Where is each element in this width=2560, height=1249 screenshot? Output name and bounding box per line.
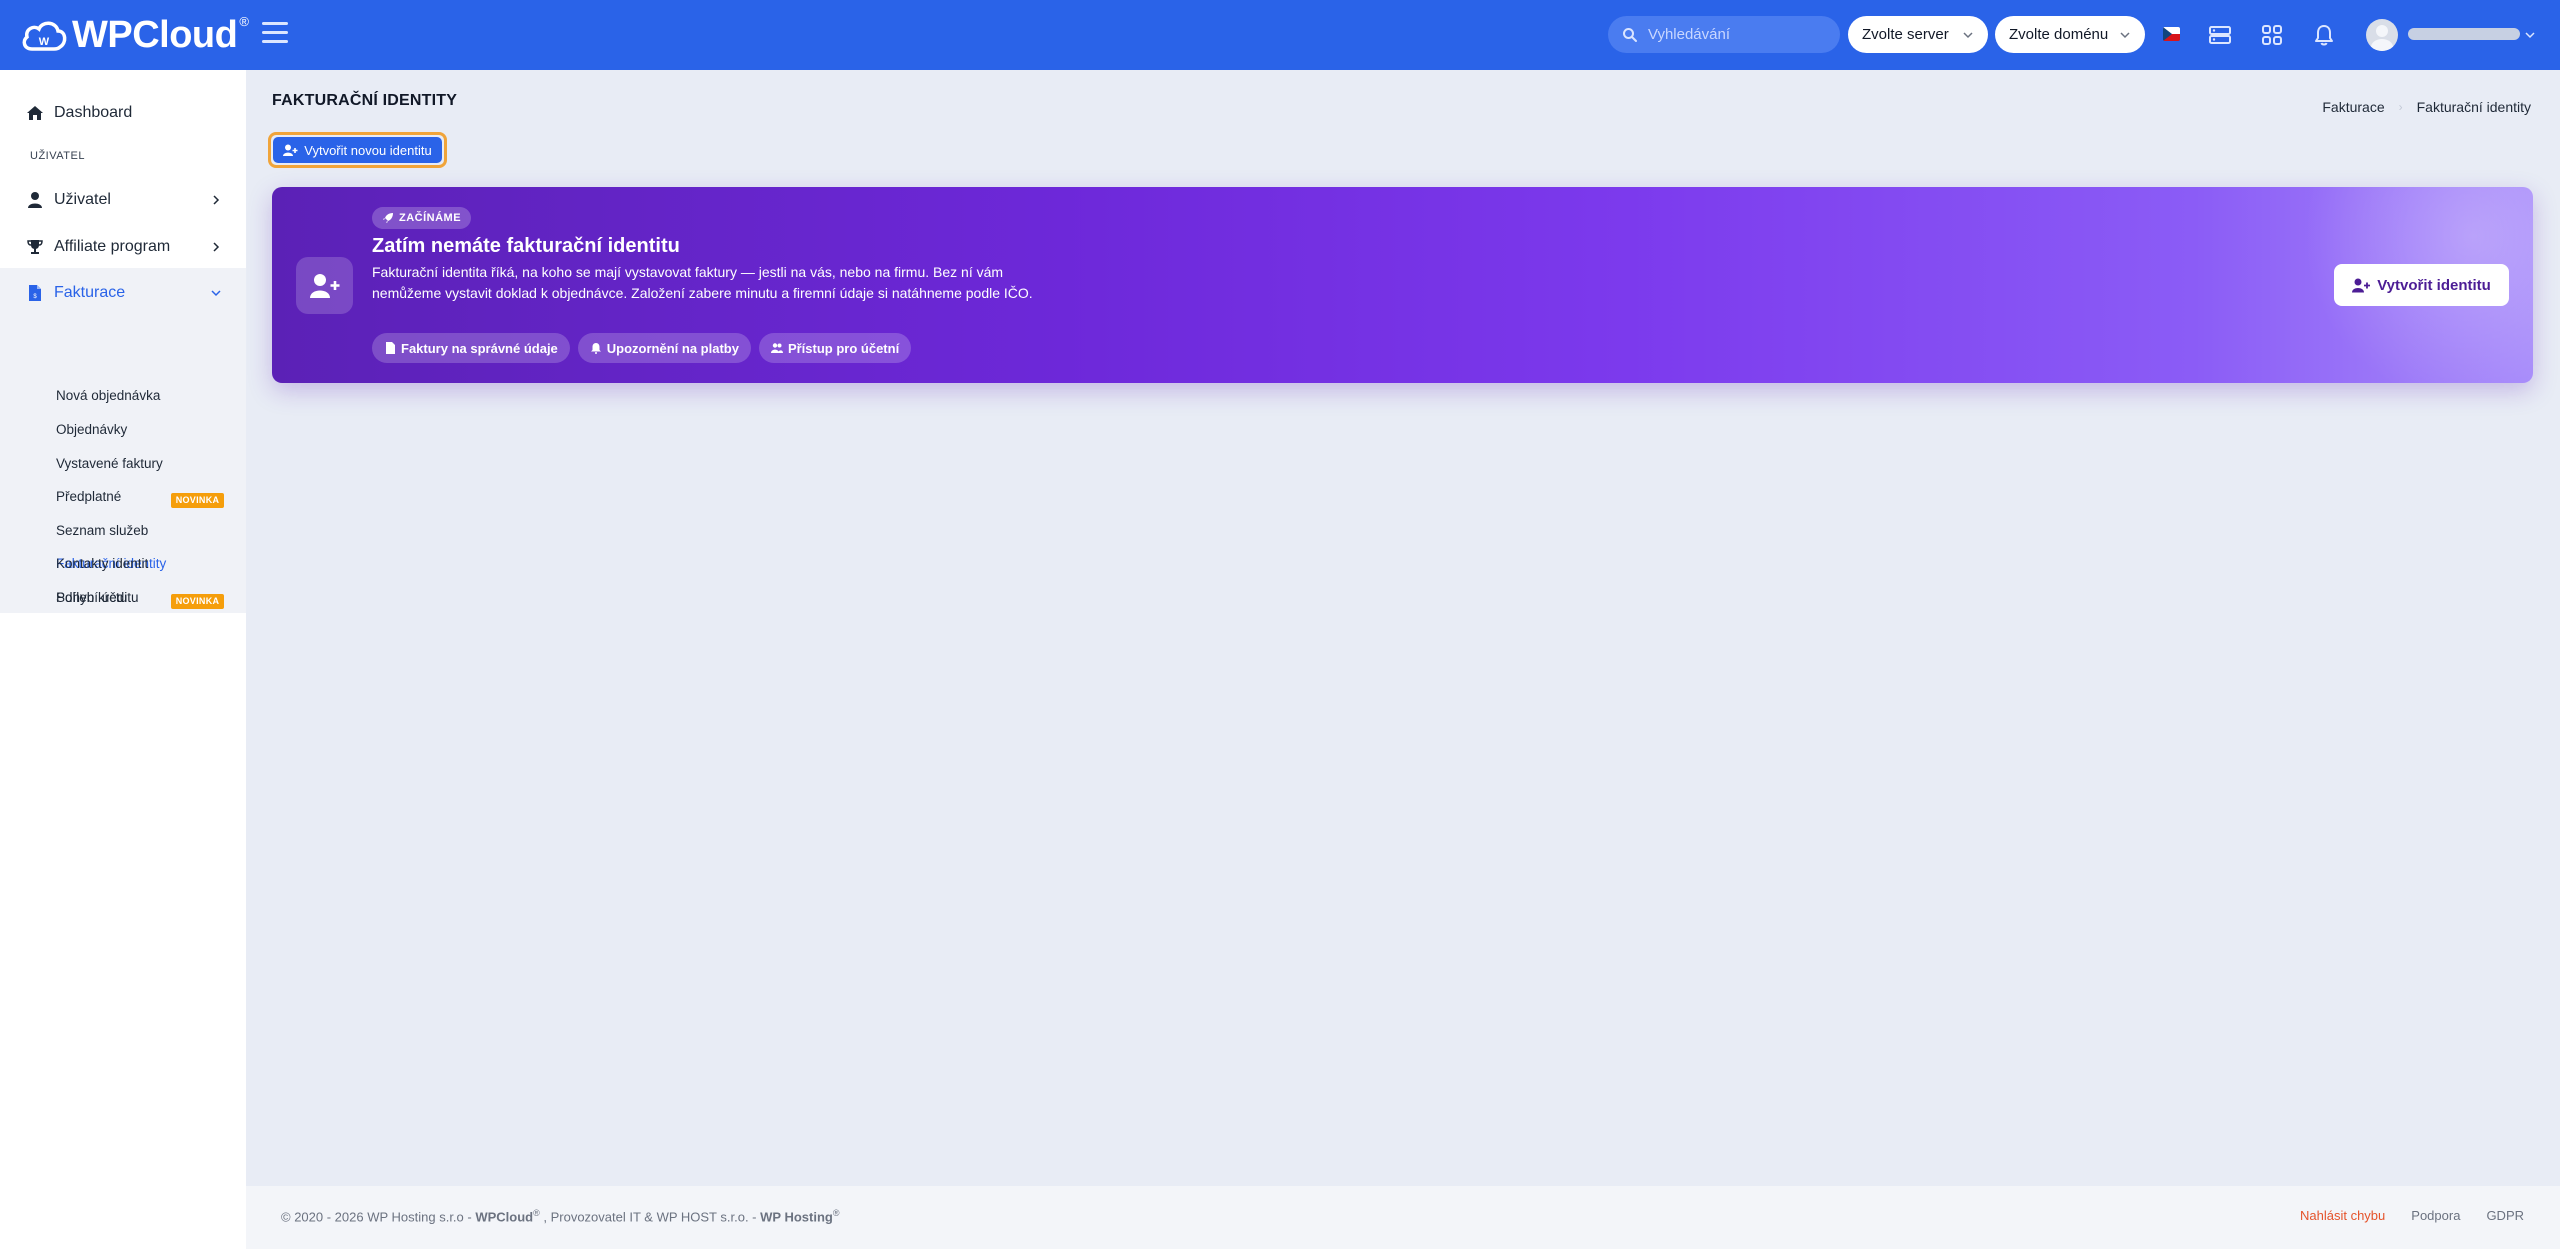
report-bug-link[interactable]: Nahlásit chybu bbox=[2300, 1208, 2385, 1223]
copyright-middle: , Provozovatel IT & WP HOST s.r.o. - bbox=[543, 1209, 757, 1225]
feature-chip: Faktury na správné údaje bbox=[372, 333, 570, 363]
username-placeholder[interactable] bbox=[2408, 28, 2520, 40]
registered-mark: ® bbox=[533, 1208, 540, 1218]
user-plus-icon bbox=[2352, 278, 2371, 292]
chevron-down-icon bbox=[211, 290, 221, 297]
logo-registered-mark: ® bbox=[239, 13, 249, 29]
sidebar-subitem-orders[interactable]: Objednávky bbox=[56, 422, 127, 437]
bell-icon[interactable] bbox=[2311, 22, 2337, 48]
footer-copyright: © 2020 - 2026 WP Hosting s.r.o - WPCloud… bbox=[281, 1208, 839, 1224]
feature-chip: Upozornění na platby bbox=[577, 333, 751, 363]
feature-chip: Přístup pro účetní bbox=[758, 333, 912, 363]
sidebar: Dashboard UŽIVATEL Uživatel Affiliate pr… bbox=[0, 70, 246, 1249]
chevron-down-icon bbox=[2120, 31, 2130, 38]
chip-label: Přístup pro účetní bbox=[787, 340, 900, 356]
create-identity-button[interactable]: Vytvořit identitu bbox=[2334, 264, 2509, 306]
create-new-identity-button[interactable]: Vytvořit novou identitu bbox=[268, 132, 447, 168]
chevron-down-icon bbox=[1963, 31, 1973, 38]
sidebar-item-dashboard[interactable]: Dashboard bbox=[0, 93, 246, 133]
gdpr-link[interactable]: GDPR bbox=[2486, 1208, 2524, 1223]
sidebar-item-billing[interactable]: $ Fakturace bbox=[0, 273, 246, 313]
banner-title: Zatím nemáte fakturační identitu bbox=[372, 235, 680, 257]
copyright-text: © 2020 - 2026 WP Hosting s.r.o - bbox=[281, 1209, 472, 1225]
sidebar-item-label: Dashboard bbox=[54, 104, 133, 121]
footer: © 2020 - 2026 WP Hosting s.r.o - WPCloud… bbox=[246, 1186, 2560, 1249]
page-title: FAKTURAČNÍ IDENTITY bbox=[272, 92, 458, 109]
cloud-logo-icon: W bbox=[22, 21, 67, 51]
registered-mark: ® bbox=[832, 1208, 840, 1218]
trophy-icon bbox=[27, 240, 43, 254]
server-icon[interactable] bbox=[2207, 22, 2233, 48]
sidebar-subitem-identity-contacts[interactable]: Kontakty identit bbox=[56, 556, 148, 571]
create-identity-label: Vytvořit identitu bbox=[2377, 276, 2491, 294]
search-box[interactable] bbox=[1608, 16, 1840, 53]
sidebar-item-label: Fakturace bbox=[54, 284, 126, 301]
document-icon bbox=[386, 342, 395, 354]
footer-links: Nahlásit chybu Podpora GDPR bbox=[2274, 1208, 2524, 1223]
home-icon bbox=[27, 106, 43, 120]
chevron-right-icon bbox=[213, 195, 220, 205]
chevron-right-icon bbox=[213, 242, 220, 252]
chip-label: Upozornění na platby bbox=[606, 340, 739, 356]
create-new-identity-label: Vytvořit novou identitu bbox=[304, 142, 432, 158]
brand-wphosting: WP Hosting bbox=[760, 1209, 833, 1225]
create-new-identity-button-inner[interactable]: Vytvořit novou identitu bbox=[273, 137, 442, 163]
invoice-icon: $ bbox=[29, 285, 41, 301]
user-plus-icon bbox=[283, 144, 298, 156]
sidebar-subitem-issued-invoices[interactable]: Vystavené faktury bbox=[56, 456, 163, 471]
menu-icon[interactable] bbox=[262, 22, 288, 46]
breadcrumb-separator: › bbox=[2398, 100, 2403, 114]
apps-icon[interactable] bbox=[2259, 22, 2285, 48]
banner-description: Fakturační identita říká, na koho se maj… bbox=[372, 264, 1033, 301]
search-input[interactable] bbox=[1648, 26, 1828, 43]
sidebar-item-label: Affiliate program bbox=[54, 238, 171, 255]
user-icon bbox=[28, 192, 42, 208]
breadcrumb: Fakturace › Fakturační identity bbox=[2322, 99, 2531, 115]
top-bar: W WPCloud ® Zvolte server Zvolte doménu bbox=[0, 0, 2560, 70]
new-badge: NOVINKA bbox=[171, 594, 224, 609]
sidebar-item-user[interactable]: Uživatel bbox=[0, 180, 246, 220]
server-select-label: Zvolte server bbox=[1862, 26, 1949, 43]
sidebar-subitem-subscriptions[interactable]: Předplatné bbox=[56, 489, 121, 504]
feature-chips: Faktury na správné údaje Upozornění na p… bbox=[372, 333, 919, 363]
svg-text:W: W bbox=[39, 36, 50, 48]
logo[interactable]: W WPCloud ® bbox=[20, 14, 249, 56]
getting-started-tag: ZAČÍNÁME bbox=[372, 207, 472, 229]
domain-select[interactable]: Zvolte doménu bbox=[1995, 16, 2145, 53]
support-link[interactable]: Podpora bbox=[2411, 1208, 2460, 1223]
chip-label: Faktury na správné údaje bbox=[401, 340, 558, 356]
sidebar-item-label: Uživatel bbox=[54, 191, 111, 208]
tag-label: ZAČÍNÁME bbox=[399, 212, 462, 224]
sidebar-subitem-credit-history[interactable]: Pohyb kreditu bbox=[56, 590, 139, 605]
avatar[interactable] bbox=[2366, 19, 2398, 51]
breadcrumb-item-current: Fakturační identity bbox=[2416, 99, 2531, 115]
chevron-down-icon[interactable] bbox=[2524, 29, 2536, 41]
cz-flag-icon[interactable] bbox=[2163, 27, 2180, 41]
sidebar-item-affiliate[interactable]: Affiliate program bbox=[0, 227, 246, 267]
sidebar-subitem-new-order[interactable]: Nová objednávka bbox=[56, 388, 160, 403]
empty-state-banner: ZAČÍNÁME Zatím nemáte fakturační identit… bbox=[272, 187, 2533, 383]
user-plus-icon bbox=[296, 257, 353, 314]
sidebar-section-label: UŽIVATEL bbox=[30, 150, 85, 162]
users-icon bbox=[770, 343, 783, 353]
bell-icon bbox=[590, 343, 601, 354]
domain-select-label: Zvolte doménu bbox=[2009, 26, 2109, 43]
brand-wpcloud: WPCloud bbox=[475, 1209, 534, 1225]
rocket-icon bbox=[383, 213, 393, 223]
new-badge: NOVINKA bbox=[171, 493, 224, 508]
sidebar-subitem-services[interactable]: Seznam služeb bbox=[56, 523, 148, 538]
breadcrumb-item[interactable]: Fakturace bbox=[2322, 99, 2384, 115]
logo-text: WPCloud bbox=[72, 13, 238, 56]
search-icon bbox=[1623, 27, 1637, 42]
server-select[interactable]: Zvolte server bbox=[1848, 16, 1988, 53]
